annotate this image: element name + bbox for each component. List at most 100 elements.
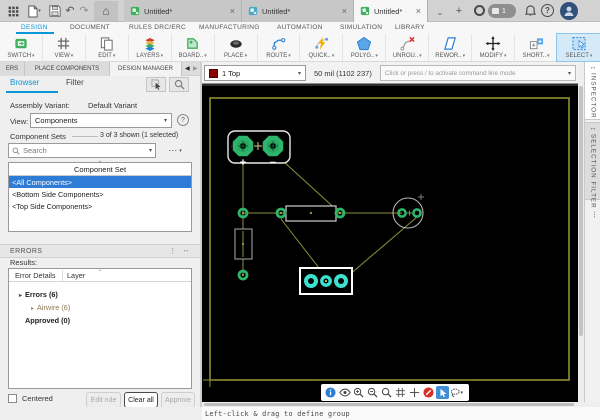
scrollbar-thumb[interactable] [204,403,574,406]
close-icon[interactable]: × [230,6,235,16]
job-icon [492,8,499,14]
polygon-icon [357,36,372,51]
save-button[interactable] [47,3,62,19]
layer-bar: 1 Top ▾ 50 mil (1102 237) ▾ [202,62,578,84]
tab-list-button[interactable]: ⌄ [434,4,446,20]
list-item-bottom-side[interactable]: <Bottom Side Components> [9,188,191,200]
tool-route[interactable]: ROUTE▾ [256,34,300,61]
component-set-list-header[interactable]: ⌃ Component Set [9,161,191,176]
close-icon[interactable]: × [342,6,347,16]
panel-tab-ers[interactable]: ERS [0,62,25,76]
component-pin-header-selected[interactable] [299,267,353,295]
help-button[interactable]: ? [541,4,554,17]
tool-select[interactable]: SELECT▾ [555,33,600,62]
panel-tab-design-manager[interactable]: DESIGN MANAGER [110,62,182,76]
inspector-tab[interactable]: ↔ INSPECTOR [585,62,600,120]
approve-button[interactable]: Approve [161,392,195,408]
caret-icon: ▾ [288,53,291,59]
tool-switch[interactable]: SWITCH▾ [0,34,42,61]
new-tab-button[interactable]: + [452,3,466,19]
menu-simulation[interactable]: SIMULATION [340,24,382,31]
list-item-top-side[interactable]: <Top Side Components> [9,200,191,212]
component-battery-connector[interactable]: PWR+ PWR- + − [227,130,291,169]
app-grid-button[interactable] [6,3,21,19]
pcb-canvas[interactable]: PWR+ PWR- + − [202,84,578,402]
component-resistor-vertical[interactable] [234,228,253,281]
pcb-drawing[interactable]: PWR+ PWR- + − [202,86,578,402]
zoom-out-button[interactable] [366,386,379,399]
list-item-all-components[interactable]: <All Components> [9,176,191,188]
view-dropdown[interactable]: Components ▾ [30,113,172,128]
pick-select-button[interactable] [146,77,166,92]
zoom-in-button[interactable] [352,386,365,399]
redo-button[interactable]: ↷ [77,3,91,19]
caret-icon: ▾ [331,53,335,59]
menu-library[interactable]: LIBRARY [395,24,425,31]
tab-scroll-right-icon[interactable]: ▶ [193,65,198,72]
command-caret-icon[interactable]: ▾ [568,70,571,77]
tree-airwire[interactable]: ▸ Airwire (6) [31,303,70,312]
doc-tab-3-active[interactable]: Untitled* × [354,0,428,22]
tree-errors[interactable]: ▸ Errors (6) [19,290,58,299]
clear-all-button[interactable]: Clear all [124,392,158,408]
scrollbar-thumb[interactable] [579,86,583,336]
notifications-button[interactable] [523,3,537,19]
tool-polygon[interactable]: POLYG..▾ [342,34,385,61]
component-resistor-horizontal[interactable] [275,205,346,222]
tool-place[interactable]: PLACE▾ [213,34,257,61]
close-icon[interactable]: × [416,6,421,16]
user-avatar[interactable] [560,2,578,20]
stop-command-button[interactable] [422,386,435,399]
tool-board[interactable]: BOARD..▾ [170,34,214,61]
job-status-badge[interactable]: 1 [488,4,516,18]
doc-tab-1[interactable]: Untitled* × [124,0,242,22]
home-button[interactable]: ⌂ [94,1,118,21]
collapse-icon[interactable]: ↔ [183,247,190,255]
kebab-menu-icon[interactable]: ⋮ [169,247,176,255]
visibility-button[interactable] [338,386,351,399]
info-button[interactable] [324,386,337,399]
grid-settings-button[interactable] [394,386,407,399]
tool-view[interactable]: VIEW▾ [41,34,85,61]
component-led[interactable] [392,194,424,229]
menu-document[interactable]: DOCUMENT [70,24,110,31]
selection-filter-tab[interactable]: ↔ SELECTION FILTER ⋯ [585,122,600,219]
component-search[interactable]: ▾ [8,143,156,158]
command-line-input[interactable] [380,65,576,81]
search-input[interactable] [23,146,146,155]
menu-automation[interactable]: AUTOMATION [277,24,323,31]
menu-manufacturing[interactable]: MANUFACTURING [199,24,260,31]
extensions-icon[interactable] [474,5,485,16]
new-file-button[interactable]: ▾ [25,3,43,19]
tree-approved[interactable]: Approved (0) [25,316,70,325]
edit-rule-button[interactable]: Edit rule [86,392,121,408]
menu-rules-drc-erc[interactable]: RULES DRC/ERC [129,24,186,31]
errors-section-header[interactable]: ERRORS ⋮ ↔ [0,244,200,258]
design-manager-panel: Browser Filter Assembly Variant: Default… [0,76,200,420]
menu-design[interactable]: DESIGN [21,24,48,31]
view-help-button[interactable]: ? [177,114,189,126]
layer-select[interactable]: 1 Top ▾ [204,65,306,81]
zoom-find-button[interactable] [169,77,189,92]
zoom-fit-button[interactable] [380,386,393,399]
tool-quick-route[interactable]: QUICK..▾ [299,34,342,61]
tool-layers[interactable]: LAYERS▾ [127,34,171,61]
plus-icon: + [455,5,463,17]
panel-tab-place-components[interactable]: PLACE COMPONENTS [25,62,110,76]
tab-filter[interactable]: Filter [66,78,84,87]
crosshair-button[interactable] [408,386,421,399]
tab-browser[interactable]: Browser [10,78,39,87]
tool-rework[interactable]: REWOR..▾ [428,34,471,61]
tab-scroll-left-icon[interactable]: ◀ [185,65,190,72]
errors-table-header[interactable]: Error Details Layer ⌄ [9,267,191,282]
search-more-button[interactable]: ⋯ ▾ [160,143,190,158]
tool-unroute[interactable]: UNROU..▾ [385,34,428,61]
doc-tab-2[interactable]: Untitled* × [242,0,354,22]
undo-button[interactable]: ↶ [63,3,77,19]
tool-shortcuts[interactable]: SHORT..▾ [514,34,557,61]
tool-edit[interactable]: EDIT▾ [84,34,128,61]
tool-modify[interactable]: MODIFY▾ [471,34,514,61]
centered-checkbox[interactable] [8,394,17,403]
lasso-select-button[interactable]: ▾ [450,386,463,399]
select-cursor-button[interactable] [436,386,449,399]
